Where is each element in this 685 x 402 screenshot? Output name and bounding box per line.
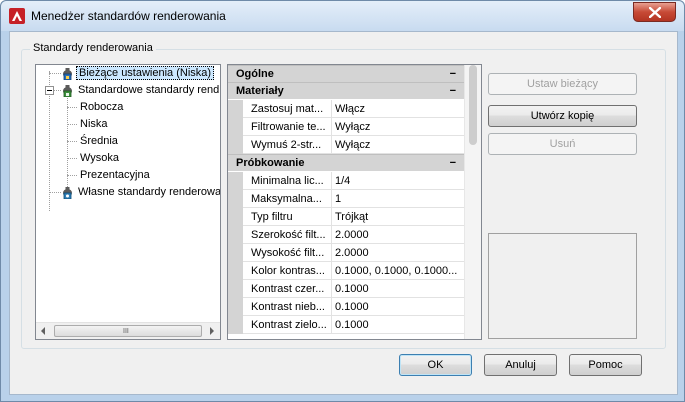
- category-materials[interactable]: Materiały −: [228, 82, 464, 99]
- property-name: Kontrast czer...: [251, 283, 325, 295]
- property-row[interactable]: Minimalna lic... 1/4: [228, 172, 464, 190]
- property-row[interactable]: Typ filtru Trójkąt: [228, 208, 464, 226]
- dialog-window: Menedżer standardów renderowania Standar…: [0, 0, 685, 402]
- property-value[interactable]: 0.1000: [335, 280, 463, 298]
- property-row[interactable]: Kolor kontras... 0.1000, 0.1000, 0.1000.…: [228, 262, 464, 280]
- property-name: Zastosuj mat...: [251, 103, 324, 115]
- set-current-button[interactable]: Ustaw bieżący: [488, 73, 637, 95]
- properties-grid[interactable]: Ogólne − Materiały − Zastosuj mat... Włą…: [227, 64, 482, 340]
- property-name: Kolor kontras...: [251, 265, 325, 277]
- close-button[interactable]: [633, 2, 676, 22]
- scroll-left-icon[interactable]: [41, 327, 45, 335]
- scroll-grip: III: [123, 328, 129, 335]
- tree-connector: [67, 158, 77, 159]
- property-row[interactable]: Wysokość filt... 2.0000: [228, 244, 464, 262]
- help-button[interactable]: Pomoc: [569, 354, 642, 376]
- property-value[interactable]: 0.1000: [335, 298, 463, 316]
- tree-item-standard-presets[interactable]: Standardowe standardy rend: [76, 82, 220, 98]
- property-row[interactable]: Kontrast zielo... 0.1000: [228, 316, 464, 334]
- tree-item-presentation[interactable]: Prezentacyjna: [78, 167, 152, 183]
- tree-item-high[interactable]: Wysoka: [78, 150, 121, 166]
- property-value[interactable]: 2.0000: [335, 226, 463, 244]
- tree-item-custom-presets[interactable]: Własne standardy renderowa: [76, 184, 220, 200]
- category-general[interactable]: Ogólne −: [228, 65, 464, 82]
- cancel-button[interactable]: Anuluj: [484, 354, 557, 376]
- tree-connector: [67, 124, 77, 125]
- collapse-icon[interactable]: −: [450, 155, 456, 171]
- property-name: Kontrast nieb...: [251, 301, 325, 313]
- property-row[interactable]: Filtrowanie te... Wyłącz: [228, 118, 464, 136]
- title-bar[interactable]: Menedżer standardów renderowania: [1, 1, 684, 31]
- property-row[interactable]: Wymuś 2-str... Wyłącz: [228, 136, 464, 154]
- collapse-icon[interactable]: −: [450, 66, 456, 82]
- property-row[interactable]: Kontrast czer... 0.1000: [228, 280, 464, 298]
- property-value[interactable]: Trójkąt: [335, 208, 463, 226]
- scroll-thumb[interactable]: III: [54, 325, 202, 337]
- scroll-right-icon[interactable]: [210, 327, 214, 335]
- create-copy-button[interactable]: Utwórz kopię: [488, 105, 637, 127]
- autocad-icon: [9, 8, 25, 24]
- preview-panel: [488, 233, 637, 339]
- property-name: Szerokość filt...: [251, 229, 326, 241]
- property-value[interactable]: Wyłącz: [335, 118, 463, 136]
- property-name: Minimalna lic...: [251, 175, 324, 187]
- property-name: Kontrast zielo...: [251, 319, 327, 331]
- property-value[interactable]: Wyłącz: [335, 136, 463, 154]
- tree-connector: [67, 175, 77, 176]
- property-name: Filtrowanie te...: [251, 121, 326, 133]
- property-value[interactable]: 2.0000: [335, 244, 463, 262]
- property-row[interactable]: Kontrast nieb... 0.1000: [228, 298, 464, 316]
- property-name: Maksymalna...: [251, 193, 322, 205]
- presets-tree[interactable]: Bieżące ustawienia (Niska) Standardowe s…: [35, 64, 221, 340]
- property-row[interactable]: Zastosuj mat... Włącz: [228, 100, 464, 118]
- property-name: Wysokość filt...: [251, 247, 325, 259]
- close-icon: [649, 7, 661, 18]
- property-row[interactable]: Maksymalna... 1: [228, 190, 464, 208]
- tree-connector: [49, 192, 61, 193]
- teapot-icon: [61, 66, 74, 81]
- tree-horizontal-scrollbar[interactable]: III: [36, 322, 220, 339]
- property-value[interactable]: 1: [335, 190, 463, 208]
- property-name: Wymuś 2-str...: [251, 139, 322, 151]
- window-title: Menedżer standardów renderowania: [31, 9, 226, 23]
- ok-button[interactable]: OK: [399, 354, 472, 376]
- tree-expander-standard[interactable]: [45, 86, 54, 95]
- tree-item-medium[interactable]: Średnia: [78, 133, 120, 149]
- dialog-client-area: Standardy renderowania Bieżące ustawieni…: [9, 31, 678, 395]
- group-label: Standardy renderowania: [30, 42, 156, 54]
- property-value[interactable]: 1/4: [335, 172, 463, 190]
- property-value[interactable]: 0.1000: [335, 316, 463, 334]
- property-value[interactable]: 0.1000, 0.1000, 0.1000...: [335, 262, 463, 280]
- scroll-thumb[interactable]: [469, 65, 477, 145]
- properties-vertical-scrollbar[interactable]: [464, 65, 481, 339]
- tree-connector: [67, 107, 77, 108]
- delete-button[interactable]: Usuń: [488, 133, 637, 155]
- tree-connector: [54, 90, 61, 91]
- tree-item-draft[interactable]: Robocza: [78, 99, 125, 115]
- teapot-user-icon: [61, 185, 74, 200]
- property-name: Typ filtru: [251, 211, 293, 223]
- tree-item-current-settings[interactable]: Bieżące ustawienia (Niska): [76, 65, 215, 81]
- category-sampling[interactable]: Próbkowanie −: [228, 154, 464, 171]
- property-value[interactable]: Włącz: [335, 100, 463, 118]
- collapse-icon[interactable]: −: [450, 83, 456, 99]
- tree-item-low[interactable]: Niska: [78, 116, 110, 132]
- teapot-lock-icon: [61, 83, 74, 98]
- tree-connector: [67, 141, 77, 142]
- property-row[interactable]: Szerokość filt... 2.0000: [228, 226, 464, 244]
- tree-connector: [49, 73, 61, 74]
